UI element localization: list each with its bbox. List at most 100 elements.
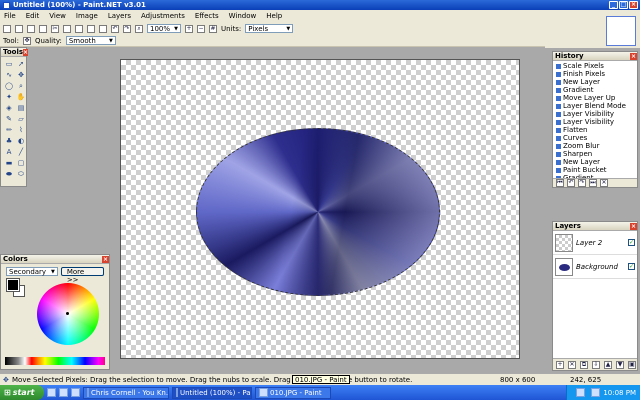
layer-row[interactable]: Layer 2 ✓ (553, 231, 637, 255)
history-item[interactable]: Zoom Blur (556, 142, 634, 150)
menu-layers[interactable]: Layers (108, 12, 131, 20)
fast-forward-icon[interactable]: ⏭ (589, 179, 597, 187)
close-icon[interactable]: × (630, 52, 637, 60)
rewind-icon[interactable]: ⏮ (556, 179, 564, 187)
menu-effects[interactable]: Effects (195, 12, 219, 20)
save-icon[interactable] (27, 24, 35, 33)
desktop-quicklaunch-icon[interactable] (59, 388, 68, 397)
menu-adjustments[interactable]: Adjustments (141, 12, 185, 20)
close-icon[interactable]: × (102, 255, 109, 263)
close-button[interactable]: × (629, 1, 638, 9)
primary-color-swatch[interactable] (6, 278, 20, 292)
zoom-out-icon[interactable]: − (197, 24, 205, 33)
freeform-shape-icon[interactable]: ⬭ (16, 169, 26, 179)
color-mode-combo[interactable]: Secondary ▼ (6, 267, 58, 276)
grid-icon[interactable]: # (209, 24, 217, 33)
delete-history-icon[interactable]: ✕ (600, 179, 608, 187)
history-item[interactable]: Finish Pixels (556, 70, 634, 78)
history-item[interactable]: Move Layer Up (556, 94, 634, 102)
media-quicklaunch-icon[interactable] (71, 388, 80, 397)
deselect-icon[interactable] (99, 24, 107, 33)
undo-icon[interactable]: ↶ (111, 24, 119, 33)
close-icon[interactable]: × (630, 222, 637, 230)
menu-image[interactable]: Image (76, 12, 98, 20)
canvas[interactable] (120, 59, 520, 359)
text-icon[interactable]: A (4, 147, 14, 157)
ellipse-icon[interactable]: ⬬ (4, 169, 14, 179)
minimize-button[interactable]: _ (609, 1, 618, 9)
layer-properties-icon[interactable]: ▣ (628, 360, 636, 369)
lasso-icon[interactable]: ∿ (4, 70, 14, 80)
browser-quicklaunch-icon[interactable] (47, 388, 56, 397)
paste-icon[interactable] (75, 24, 83, 33)
move-pixels-icon[interactable]: ✥ (16, 70, 26, 80)
gradient-icon[interactable]: ▤ (16, 103, 26, 113)
history-item[interactable]: New Layer (556, 78, 634, 86)
rectangle-select-icon[interactable]: ▭ (4, 59, 14, 69)
history-item[interactable]: Scale Pixels (556, 62, 634, 70)
menu-window[interactable]: Window (229, 12, 257, 20)
start-button[interactable]: ⊞ start (0, 385, 44, 400)
ellipse-select-icon[interactable]: ◯ (4, 81, 14, 91)
redo-icon[interactable]: ↷ (578, 179, 586, 187)
magic-wand-icon[interactable]: ✦ (4, 92, 14, 102)
delete-layer-icon[interactable]: ✕ (568, 360, 576, 369)
merge-layer-icon[interactable]: ⇩ (592, 360, 600, 369)
paint-bucket-icon[interactable]: ◈ (4, 103, 14, 113)
layer-visibility-checkbox[interactable]: ✓ (628, 263, 635, 270)
zoom-tool-icon[interactable]: ⌕ (16, 81, 26, 91)
image-thumbnail[interactable] (606, 16, 636, 46)
history-item[interactable]: Gradient (556, 86, 634, 94)
history-item[interactable]: Layer Visibility (556, 118, 634, 126)
duplicate-layer-icon[interactable]: ⧉ (580, 360, 588, 369)
history-item[interactable]: Layer Blend Mode (556, 102, 634, 110)
history-item[interactable]: New Layer (556, 158, 634, 166)
rounded-rectangle-icon[interactable]: ▢ (16, 158, 26, 168)
move-layer-down-icon[interactable]: ▼ (616, 360, 624, 369)
menu-help[interactable]: Help (266, 12, 282, 20)
clone-stamp-icon[interactable]: ♣ (4, 136, 14, 146)
line-icon[interactable]: ╱ (16, 147, 26, 157)
taskbar-item[interactable]: 010.JPG - Paint (255, 386, 331, 399)
quality-combo[interactable]: Smooth ▼ (65, 36, 116, 45)
paintbrush-icon[interactable]: ✎ (4, 114, 14, 124)
history-item[interactable]: Layer Visibility (556, 110, 634, 118)
maximize-button[interactable]: □ (619, 1, 628, 9)
history-item[interactable]: Sharpen (556, 150, 634, 158)
history-item[interactable]: Paint Bucket (556, 166, 634, 174)
move-layer-up-icon[interactable]: ▲ (604, 360, 612, 369)
pencil-icon[interactable]: ✏ (4, 125, 14, 135)
new-icon[interactable] (3, 24, 11, 33)
menu-view[interactable]: View (49, 12, 66, 20)
close-icon[interactable]: × (23, 48, 29, 56)
rectangle-icon[interactable]: ▬ (4, 158, 14, 168)
open-icon[interactable] (15, 24, 23, 33)
selected-ellipse-image[interactable] (196, 128, 440, 296)
redo-icon[interactable]: ↷ (123, 24, 131, 33)
layer-row[interactable]: Background ✓ (553, 255, 637, 279)
color-wheel[interactable] (37, 283, 99, 345)
tray-icon[interactable] (576, 388, 586, 397)
recolor-icon[interactable]: ◐ (16, 136, 26, 146)
more-colors-button[interactable]: More >> (60, 267, 104, 284)
move-tool-icon[interactable]: ✥ (22, 36, 31, 45)
taskbar-item[interactable]: Untitled (100%) - Pai... (172, 386, 252, 399)
eraser-icon[interactable]: ▱ (16, 114, 26, 124)
zoom-combo[interactable]: 100% ▼ (147, 24, 181, 33)
color-picker-icon[interactable]: ⌇ (16, 125, 26, 135)
pan-icon[interactable]: ✋ (16, 92, 26, 102)
add-layer-icon[interactable]: + (556, 360, 564, 369)
cut-icon[interactable]: ✂ (51, 24, 59, 33)
menu-file[interactable]: File (4, 12, 16, 20)
units-combo[interactable]: Pixels ▼ (245, 24, 294, 33)
taskbar-item[interactable]: Chris Cornell - You Kn... (83, 386, 169, 399)
undo-icon[interactable]: ↶ (567, 179, 575, 187)
crop-icon[interactable] (87, 24, 95, 33)
move-selection-icon[interactable]: ➚ (16, 59, 26, 69)
zoom-in-icon[interactable]: + (185, 24, 193, 33)
copy-icon[interactable] (63, 24, 71, 33)
volume-icon[interactable] (591, 388, 601, 397)
layer-visibility-checkbox[interactable]: ✓ (628, 239, 635, 246)
menu-edit[interactable]: Edit (26, 12, 40, 20)
history-item[interactable]: Curves (556, 134, 634, 142)
